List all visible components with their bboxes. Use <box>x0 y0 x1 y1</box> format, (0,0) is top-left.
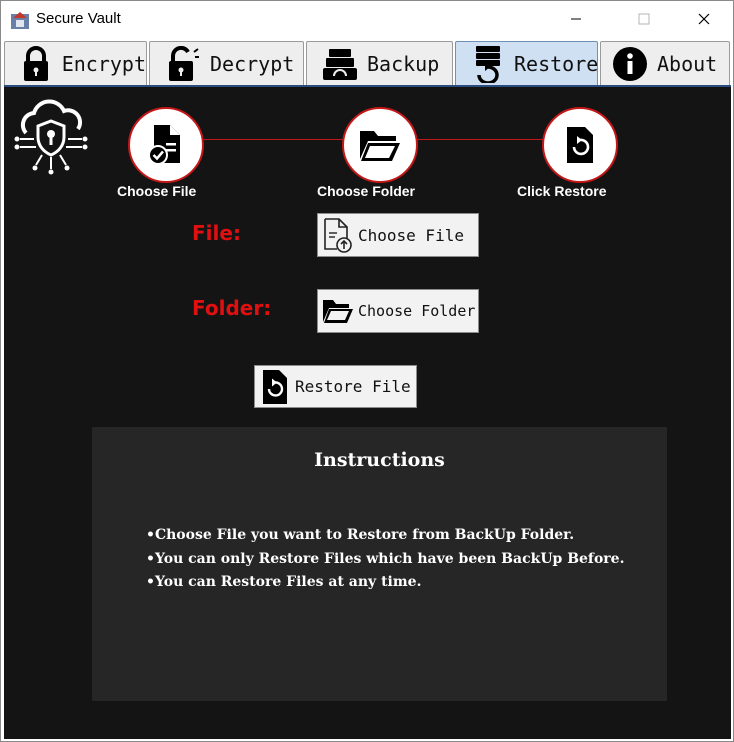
tab-decrypt[interactable]: Decrypt <box>149 41 304 85</box>
step-label-choose-folder: Choose Folder <box>317 183 416 199</box>
title-bar: Secure Vault <box>1 1 733 39</box>
tab-encrypt[interactable]: Encrypt <box>4 41 147 85</box>
minimize-button[interactable] <box>553 1 599 37</box>
instruction-item: You can Restore Files at any time. <box>146 574 624 598</box>
choose-folder-button[interactable]: Choose Folder <box>317 289 479 333</box>
instruction-item: Choose File you want to Restore from Bac… <box>146 527 624 551</box>
maximize-button[interactable] <box>621 1 667 37</box>
folder-open-icon <box>360 131 400 161</box>
restore-icon <box>257 368 293 406</box>
instruction-item: You can only Restore Files which have be… <box>146 551 625 575</box>
step-label-choose-file: Choose File <box>117 183 197 199</box>
lock-icon <box>19 45 54 83</box>
folder-open-icon <box>320 292 356 330</box>
file-check-icon <box>148 125 180 165</box>
instructions-title: Instructions <box>314 449 445 471</box>
file-upload-icon <box>320 216 356 254</box>
folder-label: Folder: <box>192 296 272 320</box>
instructions-list: Choose File you want to Restore from Bac… <box>146 527 625 598</box>
step-choose-folder <box>342 107 418 183</box>
tab-restore[interactable]: Restore <box>455 41 598 85</box>
tab-label: Encrypt <box>61 51 146 76</box>
maximize-icon <box>638 13 650 25</box>
restore-file-button[interactable]: Restore File <box>254 365 417 408</box>
step-connector <box>204 139 344 140</box>
restore-icon <box>567 127 593 163</box>
window-title: Secure Vault <box>36 10 121 27</box>
tab-label: Restore <box>514 51 599 76</box>
restore-server-icon <box>470 45 506 83</box>
tab-label: About <box>657 51 718 76</box>
file-label: File: <box>192 221 241 245</box>
close-icon <box>698 13 710 25</box>
info-icon <box>611 45 649 83</box>
tab-label: Decrypt <box>210 51 295 76</box>
choose-file-button[interactable]: Choose File <box>317 213 479 257</box>
instructions-panel: Instructions Choose File you want to Res… <box>92 427 667 701</box>
tab-backup[interactable]: Backup <box>306 41 453 85</box>
restore-file-label: Restore File <box>295 377 411 396</box>
cloud-shield-logo <box>14 99 88 175</box>
tab-about[interactable]: About <box>600 41 730 85</box>
tab-label: Backup <box>367 51 440 76</box>
step-click-restore <box>542 107 618 183</box>
choose-file-label: Choose File <box>358 225 464 245</box>
step-choose-file <box>128 107 204 183</box>
backup-icon <box>321 45 359 83</box>
tab-bar: Encrypt Decrypt Backup Restore About <box>1 39 733 85</box>
unlock-icon <box>164 45 202 83</box>
minimize-icon <box>571 18 581 20</box>
step-connector <box>416 139 544 140</box>
close-button[interactable] <box>681 1 727 37</box>
choose-folder-label: Choose Folder <box>358 302 476 320</box>
restore-panel: Choose File Choose Folder Click Restore … <box>4 85 731 739</box>
step-label-click-restore: Click Restore <box>517 183 607 199</box>
app-icon <box>11 12 29 29</box>
app-window: Secure Vault Encrypt Decrypt Backup Rest… <box>0 0 734 742</box>
